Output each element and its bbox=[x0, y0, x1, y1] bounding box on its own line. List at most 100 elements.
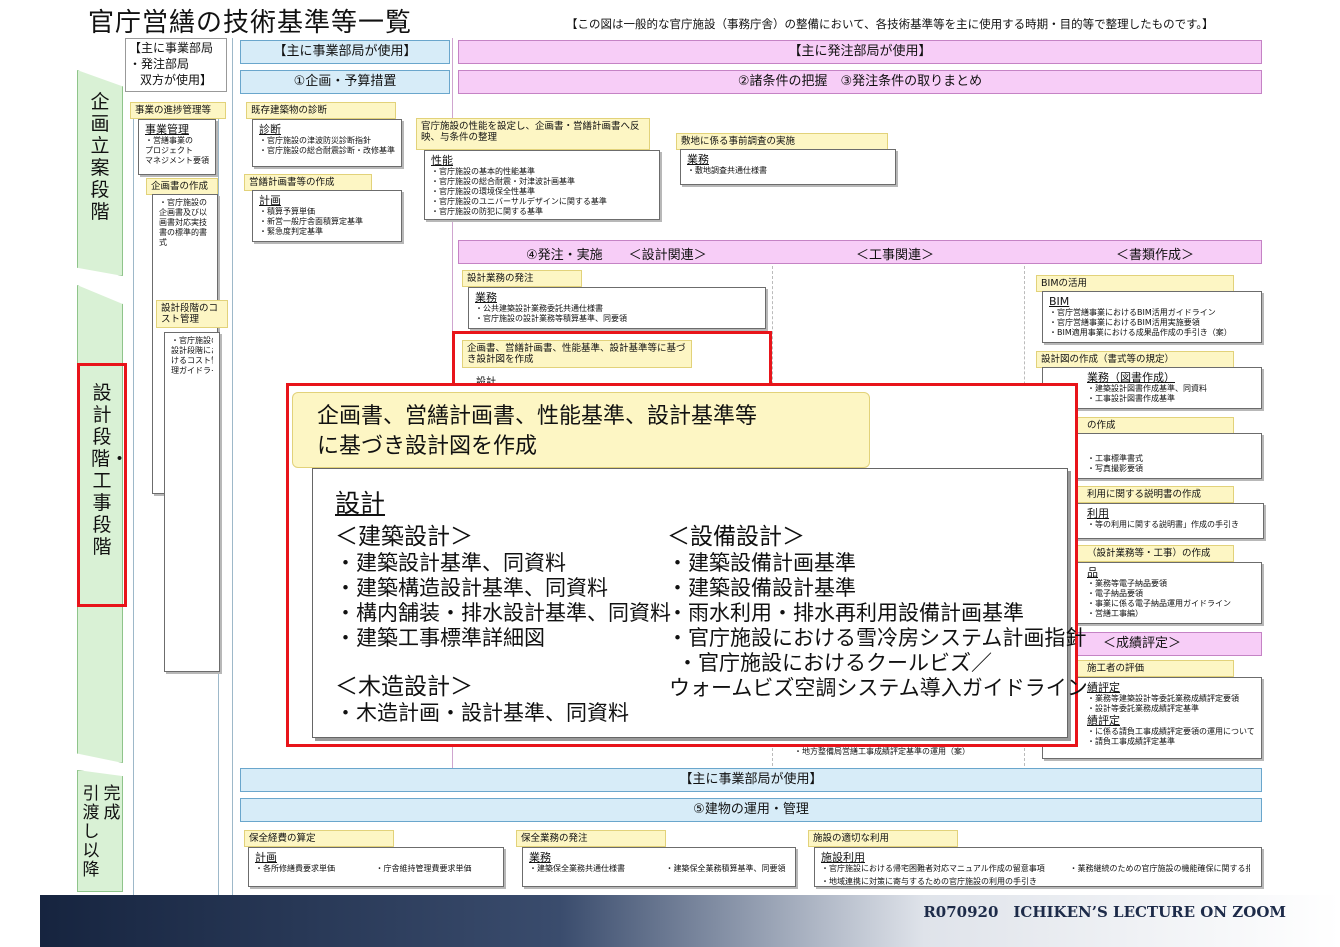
box-design-gyomu: 業務 ・公共建築設計業務委託共通仕様書 ・官庁施設の設計業務等積算基準、同要領 bbox=[468, 287, 766, 329]
zoom-equip: ＜設備設計＞ ・建築設備計画基準 ・建築設備設計基準 ・雨水利用・排水再利用設備… bbox=[667, 523, 1088, 701]
zoom-equip-item: ・建築設備設計基準 bbox=[667, 576, 856, 600]
label-maint-cost: 保全経費の算定 bbox=[244, 830, 394, 847]
zoom-label-line1: 企画書、営繕計画書、性能基準、設計基準等 bbox=[317, 404, 758, 429]
box-hozen-gyomu-item: ・建築保全業務共通仕様書 bbox=[529, 864, 625, 873]
box-seino-item: ・官庁施設のユニバーサルデザインに関する基準 bbox=[431, 197, 607, 206]
box-jigyo-item: ・営繕事業の bbox=[145, 136, 193, 145]
box-kikaku-item: 式 bbox=[159, 238, 167, 247]
box-keikaku-item: ・積算予算単価 bbox=[259, 207, 315, 216]
header-note: 【この図は一般的な官庁施設（事務庁舎）の整備において、各技術基準等を主に使用する… bbox=[566, 17, 1214, 31]
box-gyomu-site: 業務 ・敷地調査共通仕様書 bbox=[680, 149, 896, 185]
box-shindan-item: ・官庁施設の総合耐震診断・改修基準 bbox=[259, 146, 395, 155]
box-seino-item: ・官庁施設の基本的性能基準 bbox=[431, 167, 535, 176]
box-hozen-gyomu-head: 業務 bbox=[529, 851, 551, 864]
box-design-gyomu-item: ・公共建築設計業務委託共通仕様書 bbox=[475, 304, 603, 313]
box-jigyo-item: マネジメント要領 bbox=[145, 156, 209, 165]
header-business-bottom: 【主に事業部局が使用】 bbox=[240, 768, 1262, 792]
box-bim-item: ・官庁営繕事業におけるBIM活用ガイドライン bbox=[1049, 308, 1216, 317]
box-cost-item: けるコスト管 bbox=[171, 356, 213, 365]
box-hyotei-item: ・業務等建築設計等委託業務成績評定要領 bbox=[1087, 694, 1239, 703]
label-design-order: 設計業務の発注 bbox=[462, 270, 582, 287]
box-hozen-gyomu-item: ・建築保全業務積算基準、同要領 bbox=[665, 864, 786, 873]
box-kikaku-item: 画書対応実技 bbox=[159, 218, 207, 227]
stage-planning: 企画立案段階 bbox=[77, 70, 123, 276]
label-eizen-plan: 営繕計画書等の作成 bbox=[244, 174, 372, 191]
box-bim-head: BIM bbox=[1049, 295, 1070, 308]
box-shisetsu: 施設利用 ・官庁施設における帰宅困難者対応マニュアル作成の留意事項 ・業務継続の… bbox=[814, 847, 1262, 887]
zoom-equip-item: ・官庁施設におけるクールビズ／ bbox=[677, 651, 992, 675]
stage-handover: 完成 引渡し以降 bbox=[77, 770, 123, 892]
box-hyotei-item: ・設計等委託業務成績評定基準 bbox=[1087, 704, 1199, 713]
box-bim-item: ・官庁営繕事業におけるBIM活用実施要領 bbox=[1049, 318, 1200, 327]
footer-text: R070920 ICHIKEN’S LECTURE ON ZOOM bbox=[923, 903, 1286, 921]
label-cost-text: 設計段階のコスト管理 bbox=[161, 303, 219, 325]
box-seika-item: ・業務等電子納品要領 bbox=[1087, 579, 1167, 588]
box-shisetsu-head: 施設利用 bbox=[821, 851, 865, 864]
box-shindan-item: ・官庁施設の津波防災診断指針 bbox=[259, 136, 371, 145]
zoom-wood-item: ・木造計画・設計基準、同資料 bbox=[335, 701, 629, 725]
box-hozen-keikaku-item: ・各所修繕費要求単価 bbox=[255, 864, 335, 873]
box-kouji-doc-item: ・写真撮影要領 bbox=[1087, 464, 1143, 473]
header-both: 【主に事業部局 ・発注部局 双方が使用】 bbox=[125, 38, 227, 92]
label-design-make-text: 企画書、営繕計画書、性能基準、設計基準等に基づき設計図を作成 bbox=[467, 343, 686, 365]
box-keikaku-item: ・緊急度判定基準 bbox=[259, 227, 323, 236]
box-seika-item: ・事業に係る電子納品運用ガイドライン bbox=[1087, 599, 1231, 608]
header-step4-construct: ＜工事関連＞ bbox=[856, 248, 935, 263]
header-ordering: 【主に発注部局が使用】 bbox=[458, 40, 1262, 64]
header-step23: ②諸条件の把握 ③発注条件の取りまとめ bbox=[458, 70, 1262, 94]
zoom-wood-head: ＜木造設計＞ bbox=[335, 674, 473, 700]
box-gyomu-site-head: 業務 bbox=[687, 153, 709, 166]
box-kikaku-item: ・官庁施設の bbox=[159, 198, 207, 207]
zoom-arch-item: ・建築設計基準、同資料 bbox=[335, 551, 566, 575]
box-jigyo-item: プロジェクト bbox=[145, 146, 193, 155]
box-cost-item: ・官庁施設の bbox=[171, 336, 213, 345]
label-performance: 官庁施設の性能を設定し、企画書・営繕計画書へ反映、与条件の整理 bbox=[416, 118, 650, 150]
label-facility-use: 施設の適切な利用 bbox=[808, 830, 958, 847]
box-kikaku-item: 企画書及び以 bbox=[159, 208, 207, 217]
box-keikaku-head: 計画 bbox=[259, 194, 281, 207]
stage-handover-b: 引渡し以降 bbox=[82, 784, 100, 880]
zoom-head: 設計 bbox=[335, 489, 386, 518]
box-design-gyomu-item: ・官庁施設の設計業務等積算基準、同要領 bbox=[475, 314, 627, 323]
zoom-arch-item: ・建築工事標準詳細図 bbox=[335, 626, 545, 650]
box-hozen-gyomu: 業務 ・建築保全業務共通仕様書 ・建築保全業務積算基準、同要領 bbox=[522, 847, 796, 887]
box-seika-item: ・電子納品要領 bbox=[1087, 589, 1143, 598]
box-hyotei-head: 績評定 bbox=[1087, 681, 1120, 694]
stage-design-label: 設計段階・工事段階 bbox=[91, 382, 130, 558]
box-bim: BIM ・官庁営繕事業におけるBIM活用ガイドライン ・官庁営繕事業におけるBI… bbox=[1042, 291, 1262, 343]
box-keikaku: 計画 ・積算予算単価 ・新営一般庁舎面積算定基準 ・緊急度判定基準 bbox=[252, 190, 402, 242]
box-seika-item: ・営繕工事編） bbox=[1087, 609, 1143, 618]
box-seino: 性能 ・官庁施設の基本的性能基準 ・官庁施設の総合耐震・対津波計画基準 ・官庁施… bbox=[424, 150, 660, 220]
header-business: 【主に事業部局が使用】 bbox=[240, 40, 450, 64]
box-shisetsu-item: ・官庁施設における帰宅困難者対応マニュアル作成の留意事項 bbox=[821, 864, 1045, 873]
zoom-arch-head: ＜建築設計＞ bbox=[335, 524, 473, 550]
stage-planning-label: 企画立案段階 bbox=[90, 91, 110, 223]
box-seino-item: ・官庁施設の環境保全性基準 bbox=[431, 187, 535, 196]
box-kikaku-item: 書の標準的書 bbox=[159, 228, 207, 237]
label-progress: 事業の進捗管理等 bbox=[130, 102, 226, 119]
header-step5: ⑤建物の運用・管理 bbox=[240, 798, 1262, 822]
box-jigyo: 事業管理 ・営繕事業の プロジェクト マネジメント要領 bbox=[138, 119, 216, 175]
box-shindan: 診断 ・官庁施設の津波防災診断指針 ・官庁施設の総合耐震診断・改修基準 bbox=[252, 119, 402, 167]
header-step4-docs: ＜書類作成＞ bbox=[1116, 248, 1195, 263]
label-cost: 設計段階のコスト管理 bbox=[156, 300, 228, 328]
header-both-line2: ・発注部局 bbox=[129, 57, 190, 71]
label-plan-doc: 企画書の作成 bbox=[146, 178, 218, 195]
box-keikaku-item: ・新営一般庁舎面積算定基準 bbox=[259, 217, 363, 226]
box-hyotei2-item: ・請負工事成績評定基準 bbox=[1087, 737, 1175, 746]
box-cost-item: 設計段階にお bbox=[171, 346, 213, 355]
label-bim: BIMの活用 bbox=[1036, 275, 1234, 292]
box-hozen-keikaku-head: 計画 bbox=[255, 851, 277, 864]
label-drawing-fmt: 設計図の作成（書式等の規定） bbox=[1036, 351, 1234, 368]
zoom-wood: ＜木造設計＞ ・木造計画・設計基準、同資料 bbox=[335, 673, 629, 726]
zoom-equip-head: ＜設備設計＞ bbox=[667, 524, 805, 550]
box-jigyo-head: 事業管理 bbox=[145, 123, 189, 136]
header-step1: ①企画・予算措置 bbox=[240, 70, 450, 94]
box-seika-head: 品 bbox=[1087, 566, 1098, 579]
box-hozen-keikaku: 計画 ・各所修繕費要求単価 ・庁舎維持管理費要求単価 bbox=[248, 847, 504, 887]
box-riyo-head: 利用 bbox=[1087, 507, 1109, 520]
box-shisetsu-item: ・業務継続のための官庁施設の機能確保に関する指針 bbox=[1069, 864, 1250, 873]
box-seino-item: ・官庁施設の総合耐震・対津波計画基準 bbox=[431, 177, 575, 186]
box-hyotei2-head: 績評定 bbox=[1087, 714, 1120, 727]
zoom-arch: ＜建築設計＞ ・建築設計基準、同資料 ・建築構造設計基準、同資料 ・構内舗装・排… bbox=[335, 523, 671, 651]
